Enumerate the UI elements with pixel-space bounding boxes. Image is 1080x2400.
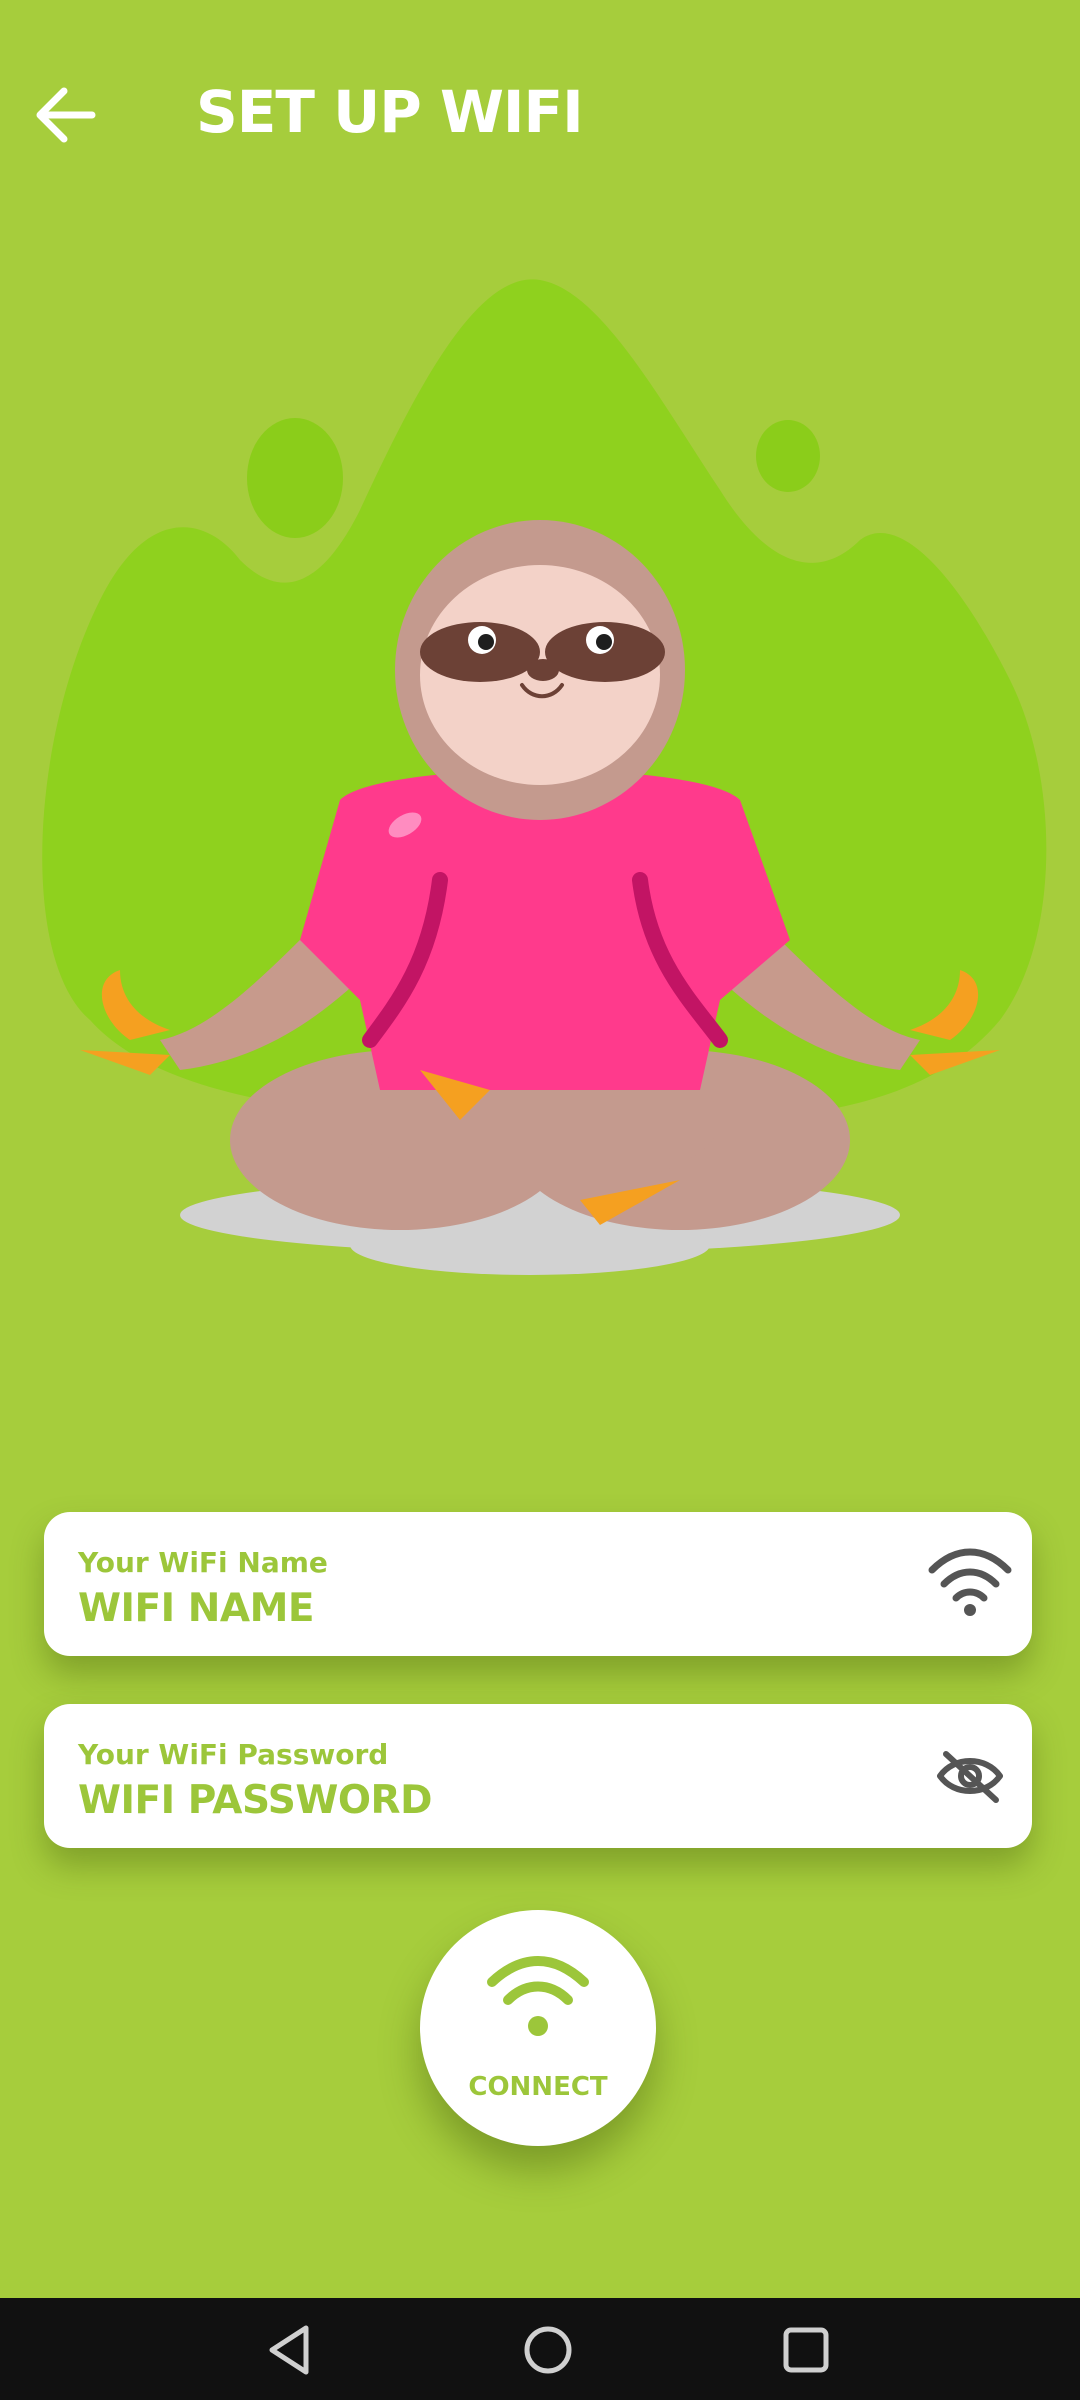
triangle-back-icon <box>269 2325 309 2375</box>
square-recents-icon <box>783 2327 829 2373</box>
circle-home-icon <box>524 2326 572 2374</box>
wifi-icon <box>487 1956 589 2036</box>
wifi-password-input[interactable]: WIFI PASSWORD <box>78 1778 432 1823</box>
system-navigation-bar <box>0 2298 1080 2400</box>
wifi-icon <box>928 1548 1012 1616</box>
back-button[interactable] <box>30 75 110 155</box>
page-title: SET UP WIFI <box>196 78 584 146</box>
arrow-left-icon <box>36 87 96 143</box>
app-header: SET UP WIFI <box>0 0 1080 230</box>
wifi-password-label: Your WiFi Password <box>78 1738 389 1771</box>
sloth-meditation-illustration <box>42 279 1047 1275</box>
eye-off-icon[interactable] <box>926 1738 1014 1810</box>
wifi-password-field[interactable]: Your WiFi Password WIFI PASSWORD <box>44 1704 1032 1848</box>
connect-button[interactable]: CONNECT <box>420 1910 656 2146</box>
wifi-name-label: Your WiFi Name <box>78 1546 328 1579</box>
nav-recents-button[interactable] <box>778 2322 834 2378</box>
nav-home-button[interactable] <box>520 2322 576 2378</box>
nav-back-button[interactable] <box>262 2322 318 2378</box>
connect-label: CONNECT <box>468 2072 608 2102</box>
wifi-name-input[interactable]: WIFI NAME <box>78 1586 315 1631</box>
wifi-name-field[interactable]: Your WiFi Name WIFI NAME <box>44 1512 1032 1656</box>
